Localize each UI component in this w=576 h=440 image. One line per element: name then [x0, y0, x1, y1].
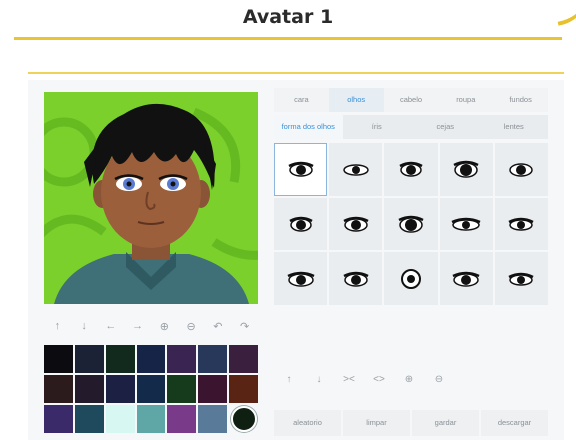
color-swatch[interactable]: [167, 405, 197, 433]
color-swatch[interactable]: [74, 375, 104, 403]
zoom-in-icon[interactable]: ⊕: [400, 370, 418, 388]
eye-shape-option[interactable]: [494, 143, 548, 196]
color-swatch[interactable]: [44, 375, 73, 403]
page-title: Avatar 1: [242, 6, 334, 28]
avatar-preview: [44, 92, 258, 304]
eye-shape-icon: [453, 161, 479, 179]
color-swatch[interactable]: [136, 345, 166, 373]
eye-shape-icon: [508, 217, 534, 231]
compress-icon[interactable]: ><: [340, 370, 358, 388]
eye-shape-option[interactable]: [384, 252, 438, 305]
color-swatch[interactable]: [229, 375, 258, 403]
tab-cabelo[interactable]: cabelo: [384, 88, 439, 112]
arrow-down-icon[interactable]: ↓: [75, 317, 93, 335]
arrow-right-icon[interactable]: →: [129, 317, 147, 335]
eye-shape-icon: [343, 271, 369, 287]
eye-shape-icon: [343, 216, 369, 232]
avatar-toolbar: ↑ ↓ ← → ⊕ ⊖ ↶ ↷: [44, 315, 258, 337]
color-swatch[interactable]: [44, 345, 73, 373]
eye-shape-option[interactable]: [439, 252, 493, 305]
eye-shape-option[interactable]: [329, 197, 383, 251]
tab-cara[interactable]: cara: [274, 88, 329, 112]
color-swatch[interactable]: [105, 405, 135, 433]
color-swatch[interactable]: [198, 405, 228, 433]
zoom-out-icon[interactable]: ⊖: [182, 317, 200, 335]
color-swatch[interactable]: [74, 405, 104, 433]
arrow-up-icon[interactable]: ↑: [48, 317, 66, 335]
eye-shape-option[interactable]: [384, 143, 438, 196]
color-swatch[interactable]: [167, 345, 197, 373]
zoom-out-icon[interactable]: ⊖: [430, 370, 448, 388]
category-tabs: cara olhos cabelo roupa fundos: [274, 88, 548, 112]
layer-toolbar: ↑ ↓ >< <> ⊕ ⊖: [280, 368, 460, 390]
arrow-left-icon[interactable]: ←: [102, 317, 120, 335]
color-swatch[interactable]: [136, 375, 166, 403]
eye-shape-option[interactable]: [384, 197, 438, 251]
color-swatch-selected[interactable]: [229, 405, 258, 433]
random-button[interactable]: aleatorio: [274, 410, 341, 436]
color-swatch[interactable]: [198, 345, 228, 373]
eye-shape-option[interactable]: [494, 252, 548, 305]
eye-shape-icon: [398, 215, 424, 233]
eye-shape-option[interactable]: [274, 252, 328, 305]
avatar-illustration: [44, 103, 258, 304]
color-swatch[interactable]: [44, 405, 73, 433]
eye-shape-icon: [399, 162, 423, 178]
eye-shape-option[interactable]: [494, 197, 548, 251]
color-palette: [44, 345, 258, 433]
eye-shape-icon: [343, 164, 369, 177]
download-button[interactable]: descargar: [481, 410, 548, 436]
undo-icon[interactable]: ↶: [209, 317, 227, 335]
eye-shape-icon: [287, 271, 315, 287]
title-divider: [14, 37, 562, 40]
subtab-forma-dos-olhos[interactable]: forma dos olhos: [274, 115, 343, 139]
subcategory-tabs: forma dos olhos íris cejas lentes: [274, 115, 548, 139]
arrow-up-icon[interactable]: ↑: [280, 370, 298, 388]
eye-shape-icon: [288, 162, 314, 178]
eye-shape-option[interactable]: [439, 197, 493, 251]
tab-fundos[interactable]: fundos: [493, 88, 548, 112]
color-swatch[interactable]: [136, 405, 166, 433]
color-swatch[interactable]: [105, 345, 135, 373]
subtab-cejas[interactable]: cejas: [411, 115, 480, 139]
eye-shape-icon: [288, 216, 313, 232]
color-swatch[interactable]: [74, 345, 104, 373]
arrow-down-icon[interactable]: ↓: [310, 370, 328, 388]
tab-roupa[interactable]: roupa: [438, 88, 493, 112]
color-swatch[interactable]: [167, 375, 197, 403]
eye-shape-option[interactable]: [329, 143, 383, 196]
section-divider: [28, 72, 564, 74]
eye-shape-icon: [452, 271, 480, 287]
color-swatch[interactable]: [229, 345, 258, 373]
eye-shape-icon: [509, 163, 534, 178]
eye-shape-option[interactable]: [439, 143, 493, 196]
zoom-in-icon[interactable]: ⊕: [155, 317, 173, 335]
clear-button[interactable]: limpar: [343, 410, 410, 436]
eye-shape-option[interactable]: [329, 252, 383, 305]
save-button[interactable]: gardar: [412, 410, 479, 436]
eye-shape-icon: [451, 217, 481, 231]
redo-icon[interactable]: ↷: [236, 317, 254, 335]
eye-shape-option[interactable]: [274, 197, 328, 251]
subtab-iris[interactable]: íris: [343, 115, 412, 139]
action-bar: aleatorio limpar gardar descargar: [274, 410, 548, 436]
eye-shape-options: [274, 143, 548, 305]
eye-shape-icon: [508, 272, 534, 286]
tab-olhos[interactable]: olhos: [328, 88, 384, 112]
eye-shape-option[interactable]: [274, 143, 328, 196]
color-swatch[interactable]: [105, 375, 135, 403]
eye-shape-icon: [400, 268, 421, 289]
expand-icon[interactable]: <>: [370, 370, 388, 388]
color-swatch[interactable]: [198, 375, 228, 403]
subtab-lentes[interactable]: lentes: [480, 115, 549, 139]
